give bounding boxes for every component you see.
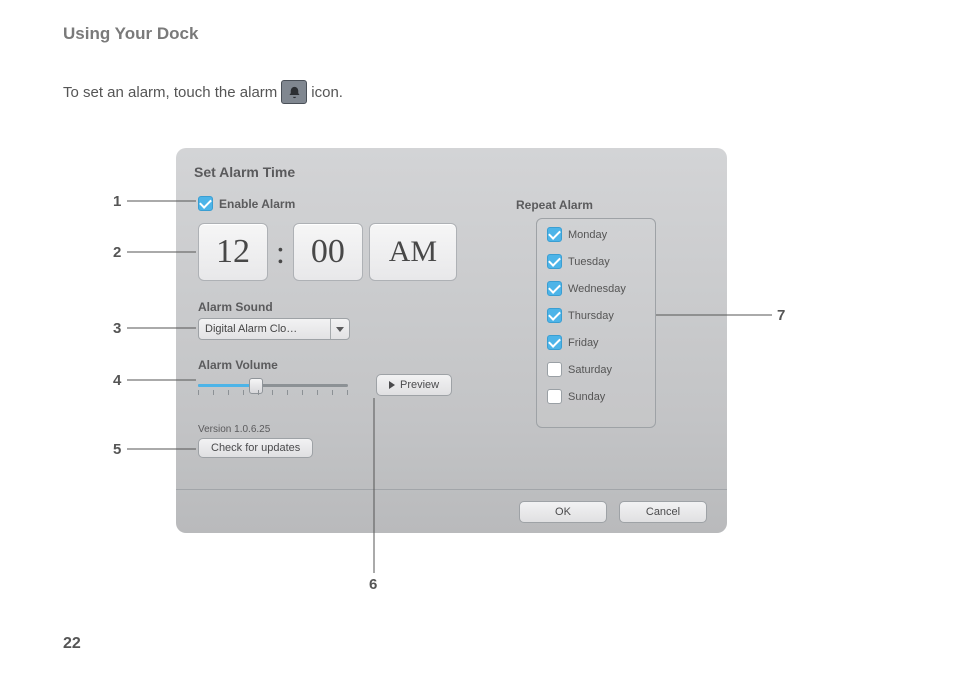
ok-button[interactable]: OK <box>519 501 607 523</box>
slider-ticks <box>198 390 348 396</box>
dropdown-arrow-icon <box>330 319 349 339</box>
callout-1: 1 <box>113 193 121 210</box>
repeat-day-label: Monday <box>568 229 607 241</box>
repeat-day-label: Wednesday <box>568 283 626 295</box>
version-text: Version 1.0.6.25 <box>198 424 270 435</box>
set-alarm-dialog: Set Alarm Time Enable Alarm 12 : 00 AM A… <box>176 148 727 533</box>
minute-field[interactable]: 00 <box>293 223 363 281</box>
alarm-icon <box>281 80 307 104</box>
repeat-day-checkbox[interactable] <box>547 362 562 377</box>
page-number: 22 <box>63 635 81 653</box>
alarm-sound-value: Digital Alarm Clo… <box>199 319 330 339</box>
ok-label: OK <box>555 506 571 518</box>
repeat-day-checkbox[interactable] <box>547 254 562 269</box>
repeat-day-checkbox[interactable] <box>547 389 562 404</box>
alarm-sound-dropdown[interactable]: Digital Alarm Clo… <box>198 318 350 340</box>
repeat-day-label: Thursday <box>568 310 614 322</box>
slider-fill <box>198 384 255 387</box>
time-colon: : <box>274 236 287 268</box>
repeat-day-checkbox[interactable] <box>547 308 562 323</box>
repeat-day-label: Sunday <box>568 391 605 403</box>
enable-alarm-row[interactable]: Enable Alarm <box>198 196 295 211</box>
repeat-day-row[interactable]: Thursday <box>547 308 645 323</box>
intro-text: To set an alarm, touch the alarm icon. <box>63 80 343 104</box>
cancel-button[interactable]: Cancel <box>619 501 707 523</box>
preview-button[interactable]: Preview <box>376 374 452 396</box>
ampm-field[interactable]: AM <box>369 223 457 281</box>
time-picker: 12 : 00 AM <box>198 223 457 281</box>
repeat-alarm-label: Repeat Alarm <box>516 198 593 212</box>
repeat-day-row[interactable]: Sunday <box>547 389 645 404</box>
callout-2: 2 <box>113 244 121 261</box>
cancel-label: Cancel <box>646 506 680 518</box>
repeat-day-label: Friday <box>568 337 599 349</box>
callout-7: 7 <box>777 307 785 324</box>
check-updates-button[interactable]: Check for updates <box>198 438 313 458</box>
alarm-volume-label: Alarm Volume <box>198 358 278 372</box>
repeat-day-row[interactable]: Friday <box>547 335 645 350</box>
play-icon <box>389 381 395 389</box>
callout-4: 4 <box>113 372 121 389</box>
repeat-day-label: Saturday <box>568 364 612 376</box>
intro-before: To set an alarm, touch the alarm <box>63 84 277 101</box>
check-updates-label: Check for updates <box>211 442 300 454</box>
callout-6: 6 <box>369 576 377 593</box>
enable-alarm-checkbox[interactable] <box>198 196 213 211</box>
repeat-day-checkbox[interactable] <box>547 281 562 296</box>
enable-alarm-label: Enable Alarm <box>219 197 295 211</box>
repeat-days-box: Monday Tuesday Wednesday Thursday Friday Satu… <box>536 218 656 428</box>
repeat-day-row[interactable]: Saturday <box>547 362 645 377</box>
dialog-footer: OK Cancel <box>176 489 727 533</box>
repeat-day-row[interactable]: Wednesday <box>547 281 645 296</box>
repeat-day-row[interactable]: Monday <box>547 227 645 242</box>
repeat-day-checkbox[interactable] <box>547 335 562 350</box>
page-title: Using Your Dock <box>63 24 198 44</box>
hour-field[interactable]: 12 <box>198 223 268 281</box>
dialog-title: Set Alarm Time <box>194 164 709 180</box>
alarm-volume-slider[interactable] <box>198 378 348 398</box>
alarm-sound-label: Alarm Sound <box>198 300 273 314</box>
repeat-day-checkbox[interactable] <box>547 227 562 242</box>
callout-5: 5 <box>113 441 121 458</box>
repeat-day-label: Tuesday <box>568 256 610 268</box>
intro-after: icon. <box>311 84 343 101</box>
callout-3: 3 <box>113 320 121 337</box>
preview-label: Preview <box>400 379 439 391</box>
repeat-day-row[interactable]: Tuesday <box>547 254 645 269</box>
